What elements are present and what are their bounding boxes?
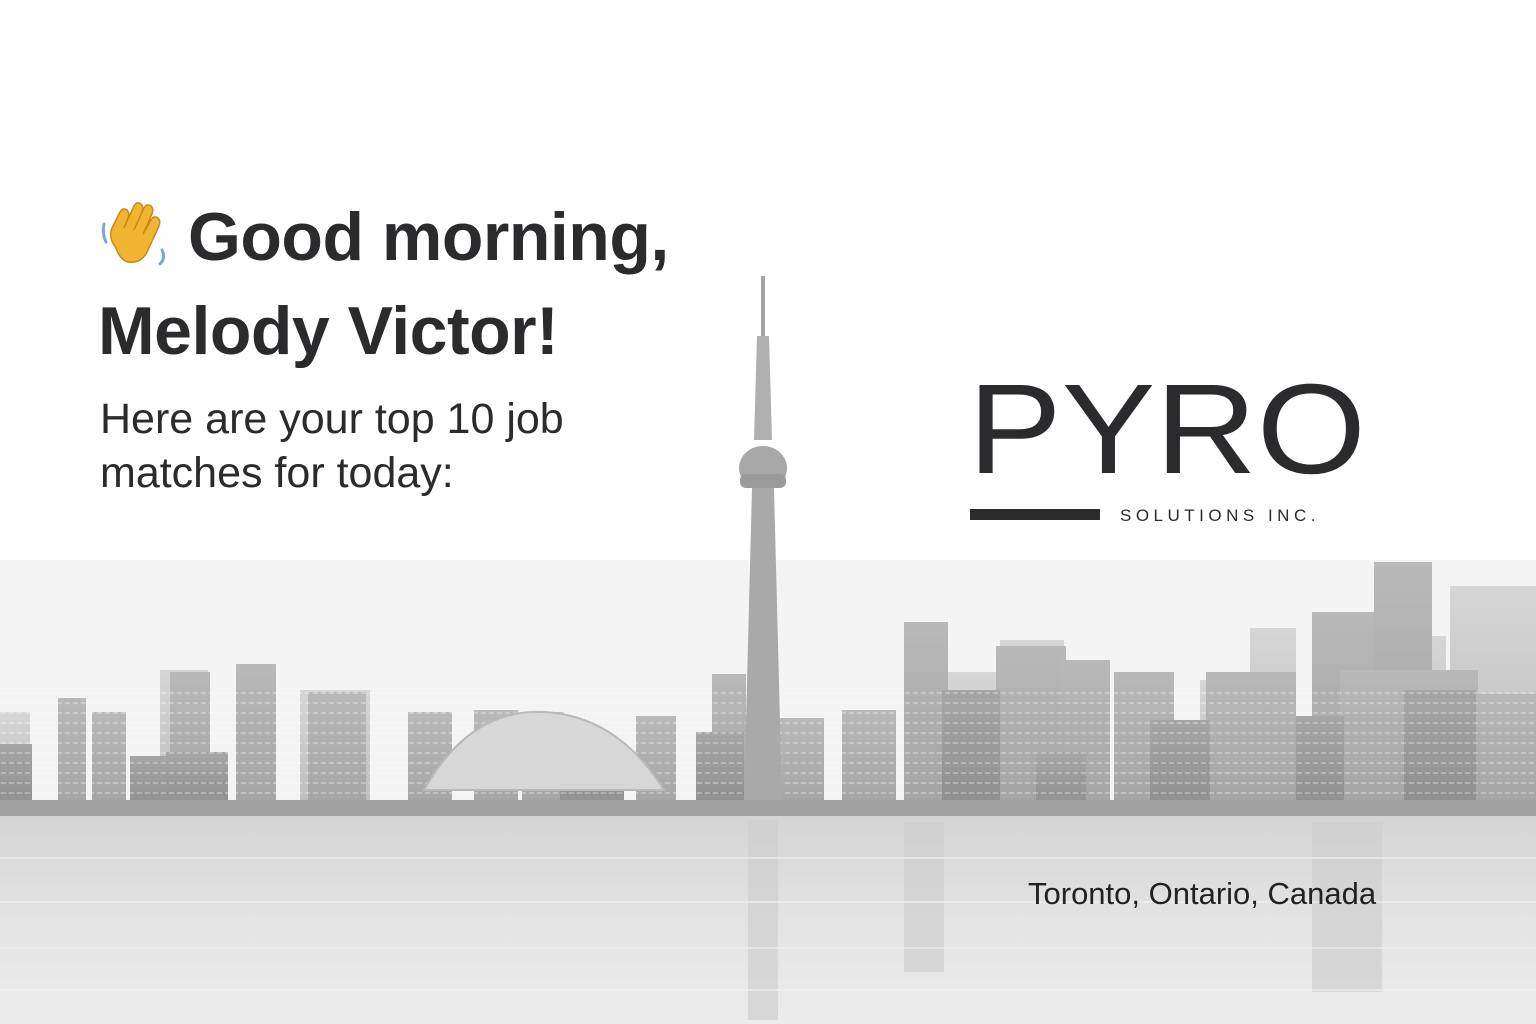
- subtitle-line-1: Here are your top 10 job: [100, 395, 564, 443]
- pyro-logo: PYRO SOLUTIONS INC.: [968, 365, 1366, 525]
- brand-tagline: SOLUTIONS INC.: [1120, 506, 1320, 525]
- cn-tower: [739, 276, 787, 800]
- greeting-line-2: Melody Victor!: [98, 293, 559, 369]
- job-matches-subtitle: Here are your top 10 job matches for tod…: [100, 392, 720, 500]
- brand-underline-bar: [970, 509, 1100, 520]
- greeting-heading: Good morning, Melody Victor!: [98, 190, 669, 378]
- subtitle-line-2: matches for today:: [100, 449, 454, 497]
- greeting-text-line-1: Good morning,: [188, 199, 669, 275]
- waving-hand-icon: [101, 202, 166, 266]
- brand-name: PYRO: [968, 365, 1366, 501]
- location-label: Toronto, Ontario, Canada: [1028, 876, 1377, 911]
- greeting-line-1: Good morning,: [98, 190, 669, 284]
